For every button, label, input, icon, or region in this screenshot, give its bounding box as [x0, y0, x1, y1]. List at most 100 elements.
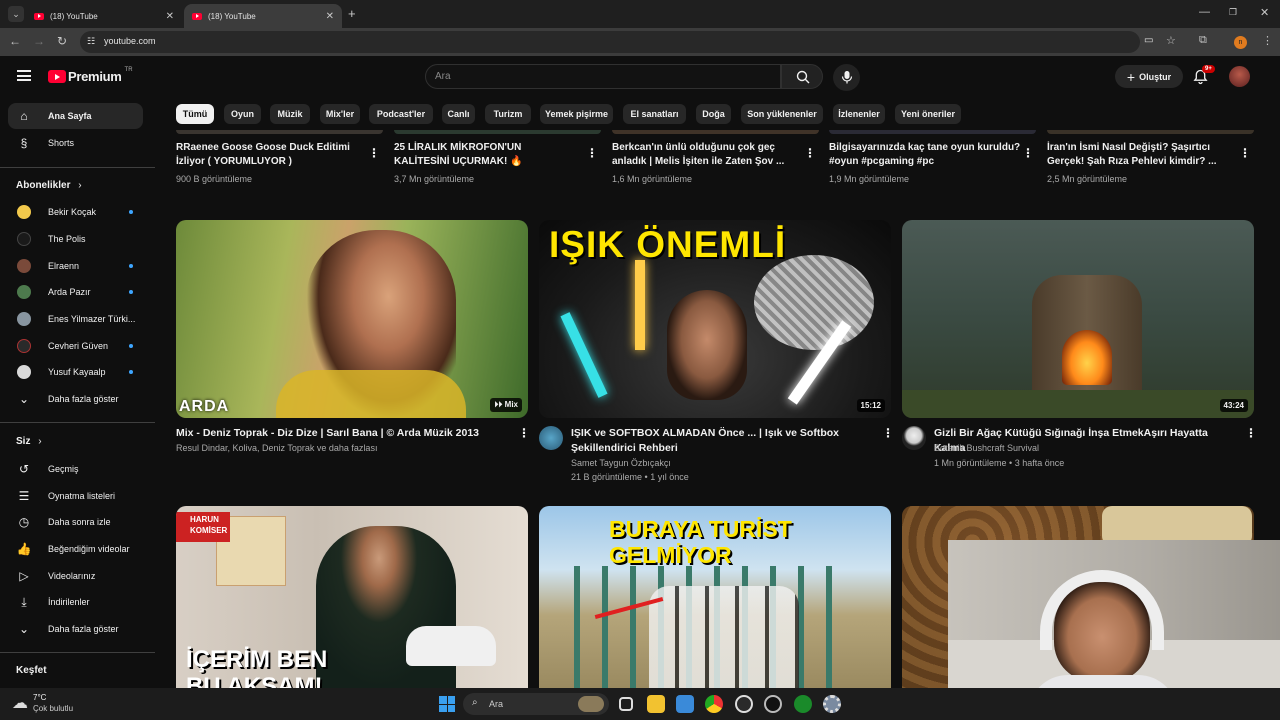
- sidebar-item-your-videos[interactable]: ▷ Videolarınız: [8, 563, 143, 589]
- video-thumbnail[interactable]: HARUN KOMİSER İÇERİM BEN BU AKŞAM!: [176, 506, 528, 688]
- video-menu-icon[interactable]: ⋮: [804, 146, 816, 160]
- chip-live[interactable]: Canlı: [442, 104, 475, 124]
- extensions-icon[interactable]: ⧉: [1199, 34, 1207, 47]
- file-explorer-icon[interactable]: [647, 695, 665, 713]
- video-channel[interactable]: Resul Dindar, Koliva, Deniz Toprak ve da…: [176, 441, 377, 455]
- notifications-button[interactable]: 9+: [1193, 65, 1215, 90]
- sidebar-item-subscription[interactable]: Bekir Koçak: [8, 199, 143, 225]
- create-button[interactable]: + Oluştur: [1115, 65, 1183, 88]
- bookmark-star-icon[interactable]: ☆: [1166, 34, 1176, 47]
- reload-icon[interactable]: ↻: [57, 34, 67, 48]
- video-title[interactable]: İran'ın İsmi Nasıl Değişti? Şaşırtıcı Ge…: [1047, 141, 1235, 169]
- xbox-icon[interactable]: [794, 695, 812, 713]
- weather-widget[interactable]: ☁ 7°C Çok bulutlu: [12, 692, 73, 714]
- close-tab-icon[interactable]: ✕: [326, 11, 334, 22]
- video-thumbnail[interactable]: IŞIK ÖNEMLİ 15:12: [539, 220, 891, 418]
- task-view-icon[interactable]: [619, 697, 633, 711]
- close-window-icon[interactable]: ✕: [1260, 6, 1269, 19]
- chip-cooking[interactable]: Yemek pişirme: [540, 104, 613, 124]
- sidebar-item-shorts[interactable]: § Shorts: [8, 130, 143, 156]
- sidebar-item-show-more-subscriptions[interactable]: ⌄ Daha fazla göster: [8, 386, 143, 412]
- sidebar-item-history[interactable]: ↺ Geçmiş: [8, 456, 143, 482]
- chip-new-to-you[interactable]: Yeni öneriler: [895, 104, 961, 124]
- chip-recently-uploaded[interactable]: Son yüklenenler: [741, 104, 823, 124]
- video-menu-icon[interactable]: ⋮: [882, 426, 894, 440]
- video-menu-icon[interactable]: ⋮: [1022, 146, 1034, 160]
- app-icon[interactable]: [735, 695, 753, 713]
- sidebar-item-label: Shorts: [48, 138, 75, 148]
- video-menu-icon[interactable]: ⋮: [518, 426, 530, 440]
- taskbar-search[interactable]: ⌕ Ara: [463, 693, 609, 715]
- sidebar-item-liked-videos[interactable]: 👍 Beğendiğim videolar: [8, 536, 143, 562]
- microphone-icon: [841, 71, 853, 84]
- sidebar-item-watch-later[interactable]: ◷ Daha sonra izle: [8, 509, 143, 535]
- chip-mixes[interactable]: Mix'ler: [320, 104, 360, 124]
- site-info-icon[interactable]: ☷: [87, 36, 95, 47]
- sidebar-item-home[interactable]: ⌂ Ana Sayfa: [8, 103, 143, 129]
- sidebar-item-subscription[interactable]: Yusuf Kayaalp: [8, 359, 143, 385]
- sidebar-item-subscription[interactable]: Cevheri Güven: [8, 333, 143, 359]
- video-title[interactable]: 25 LİRALIK MİKROFON'UN KALİTESİNİ UÇURMA…: [394, 141, 582, 169]
- settings-icon[interactable]: [823, 695, 841, 713]
- video-menu-icon[interactable]: ⋮: [1239, 146, 1251, 160]
- sidebar-item-subscription[interactable]: Elraenn: [8, 253, 143, 279]
- hamburger-menu-icon[interactable]: [17, 70, 31, 81]
- video-thumbnail[interactable]: 43:24: [902, 220, 1254, 418]
- search-input[interactable]: Ara: [425, 64, 781, 89]
- youtube-favicon-icon: [34, 12, 44, 20]
- minimize-icon[interactable]: —: [1199, 6, 1210, 18]
- start-button[interactable]: [439, 696, 455, 712]
- youtube-logo[interactable]: Premium TR: [48, 67, 133, 84]
- video-channel[interactable]: Botanik Bushcraft Survival: [934, 441, 1039, 455]
- sidebar-item-downloads[interactable]: ⤓ İndirilenler: [8, 589, 143, 615]
- profile-avatar[interactable]: n: [1234, 36, 1247, 49]
- cast-icon[interactable]: ▭: [1144, 35, 1153, 46]
- sidebar-item-subscription[interactable]: Enes Yilmazer Türki...: [8, 306, 143, 332]
- chip-crafts[interactable]: El sanatları: [623, 104, 686, 124]
- channel-avatar[interactable]: [902, 426, 926, 450]
- search-button[interactable]: [781, 64, 823, 89]
- video-title[interactable]: IŞIK ve SOFTBOX ALMADAN Önce ... | Işık …: [571, 426, 871, 456]
- sidebar-item-show-more-you[interactable]: ⌄ Daha fazla göster: [8, 616, 143, 642]
- chip-gaming[interactable]: Oyun: [224, 104, 261, 124]
- tab-search-icon[interactable]: ⌄: [8, 6, 24, 22]
- you-heading[interactable]: Siz ›: [16, 436, 42, 447]
- back-icon[interactable]: ←: [9, 34, 21, 48]
- video-menu-icon[interactable]: ⋮: [368, 146, 380, 160]
- video-title[interactable]: Berkcan'ın ünlü olduğunu çok geç anladık…: [612, 141, 800, 169]
- chip-nature[interactable]: Doğa: [696, 104, 731, 124]
- close-tab-icon[interactable]: ✕: [166, 11, 174, 22]
- video-title[interactable]: RRaenee Goose Goose Duck Editimi İzliyor…: [176, 141, 364, 169]
- chip-podcasts[interactable]: Podcast'ler: [369, 104, 433, 124]
- video-title[interactable]: Bilgisayarınızda kaç tane oyun kuruldu? …: [829, 141, 1024, 169]
- tab-youtube-2[interactable]: (18) YouTube ✕: [184, 4, 342, 28]
- channel-avatar[interactable]: [539, 426, 563, 450]
- sidebar-item-label: Daha fazla göster: [48, 394, 119, 404]
- browser-menu-icon[interactable]: ⋮: [1262, 34, 1273, 47]
- video-menu-icon[interactable]: ⋮: [586, 146, 598, 160]
- video-title[interactable]: Mix - Deniz Toprak - Diz Dize | Sarıl Ba…: [176, 426, 506, 441]
- account-avatar[interactable]: [1229, 66, 1250, 87]
- sidebar-item-subscription[interactable]: The Polis: [8, 226, 143, 252]
- sidebar-item-playlists[interactable]: ☰ Oynatma listeleri: [8, 483, 143, 509]
- chip-tourism[interactable]: Turizm: [485, 104, 531, 124]
- chrome-icon[interactable]: [705, 695, 723, 713]
- new-tab-icon[interactable]: +: [348, 6, 356, 21]
- chip-music[interactable]: Müzik: [270, 104, 310, 124]
- video-menu-icon[interactable]: ⋮: [1245, 426, 1257, 440]
- video-thumbnail[interactable]: BURAYA TURİST GELMİYOR: [539, 506, 891, 688]
- sidebar-item-subscription[interactable]: Arda Pazır: [8, 279, 143, 305]
- voice-search-button[interactable]: [833, 64, 860, 91]
- tab-youtube-1[interactable]: (18) YouTube ✕: [26, 4, 182, 28]
- store-icon[interactable]: [676, 695, 694, 713]
- chip-all[interactable]: Tümü: [176, 104, 214, 124]
- address-bar[interactable]: ☷ youtube.com ▭: [80, 31, 1153, 53]
- video-channel[interactable]: Samet Taygun Özbıçakçı: [571, 456, 671, 470]
- video-thumbnail[interactable]: ARDA ⏵⏵ Mix: [176, 220, 528, 418]
- forward-icon[interactable]: →: [33, 34, 45, 48]
- media-app-icon[interactable]: [764, 695, 782, 713]
- restore-icon[interactable]: ❐: [1229, 7, 1237, 18]
- new-content-dot: [129, 264, 133, 268]
- chip-watched[interactable]: İzlenenler: [833, 104, 885, 124]
- subscriptions-heading[interactable]: Abonelikler ›: [16, 180, 82, 191]
